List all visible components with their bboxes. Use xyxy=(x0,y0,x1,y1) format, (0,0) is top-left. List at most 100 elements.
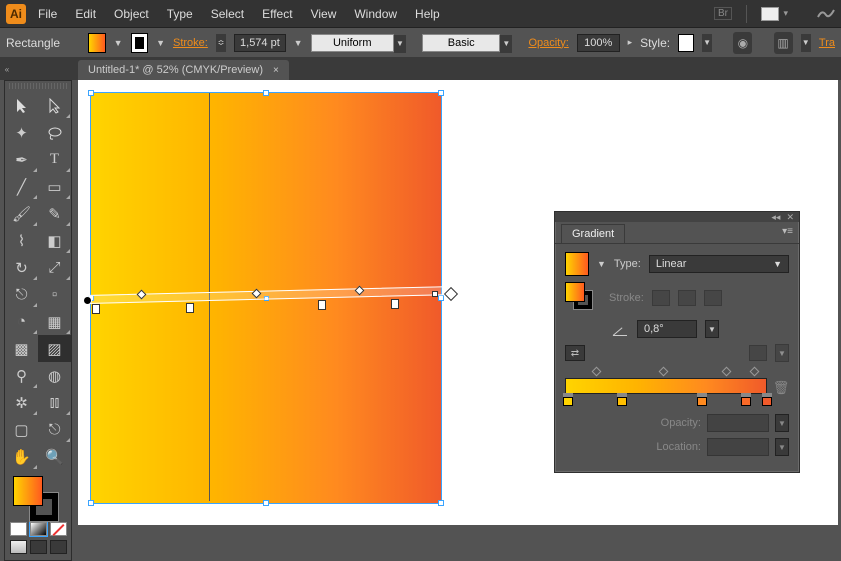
ramp-color-stop[interactable] xyxy=(762,393,772,406)
gradient-stop[interactable] xyxy=(92,304,100,314)
bridge-button[interactable]: Br xyxy=(714,7,732,20)
lasso-tool[interactable] xyxy=(38,119,71,146)
gradient-origin-handle[interactable] xyxy=(83,296,92,305)
selection-tool[interactable] xyxy=(5,92,38,119)
reverse-gradient-button[interactable]: ⇄ xyxy=(565,345,585,361)
draw-behind-mode[interactable] xyxy=(30,540,47,554)
menu-help[interactable]: Help xyxy=(415,7,440,21)
symbol-sprayer-tool[interactable]: ✲ xyxy=(5,389,38,416)
ramp-midpoint[interactable] xyxy=(750,367,760,377)
graphic-style-swatch[interactable] xyxy=(678,34,694,52)
menu-type[interactable]: Type xyxy=(167,7,193,21)
transform-link[interactable]: Tra xyxy=(819,37,835,49)
panel-menu-icon[interactable]: ▾≡ xyxy=(782,226,793,237)
perspective-grid-tool[interactable]: ▦ xyxy=(38,308,71,335)
variable-width-profile[interactable]: Uniform▼ xyxy=(311,34,394,52)
menu-object[interactable]: Object xyxy=(114,7,149,21)
mesh-tool[interactable]: ▩ xyxy=(5,335,38,362)
right-dock-grip[interactable] xyxy=(835,58,841,80)
ramp-midpoint[interactable] xyxy=(722,367,732,377)
gradient-angle-dropdown-icon[interactable]: ▼ xyxy=(705,320,719,338)
color-mode-none[interactable] xyxy=(50,522,67,536)
magic-wand-tool[interactable]: ✦ xyxy=(5,119,38,146)
opacity-link[interactable]: Opacity: xyxy=(528,37,568,49)
blob-brush-tool[interactable]: ⌇ xyxy=(5,227,38,254)
resize-handle[interactable] xyxy=(438,90,444,96)
zoom-tool[interactable]: 🔍 xyxy=(38,443,71,470)
ramp-color-stop[interactable] xyxy=(617,393,627,406)
brush-definition[interactable]: Basic▼ xyxy=(422,34,500,52)
gradient-type-select[interactable]: Linear▼ xyxy=(649,255,789,273)
align-button[interactable]: ▥ xyxy=(774,32,793,54)
hand-tool[interactable]: ✋ xyxy=(5,443,38,470)
ramp-midpoint[interactable] xyxy=(592,367,602,377)
menu-edit[interactable]: Edit xyxy=(75,7,96,21)
shape-builder-tool[interactable]: ◔ xyxy=(5,308,38,335)
column-graph-tool[interactable]: ⫾⫾ xyxy=(38,389,71,416)
gradient-stop[interactable] xyxy=(391,299,399,309)
fill-stroke-indicator[interactable] xyxy=(5,474,71,520)
type-tool[interactable]: T xyxy=(38,146,71,173)
opacity-dropdown-icon[interactable]: ▸ xyxy=(628,37,633,48)
free-transform-tool[interactable]: ▫ xyxy=(38,281,71,308)
document-tab[interactable]: Untitled-1* @ 52% (CMYK/Preview) × xyxy=(78,60,289,80)
align-dropdown-icon[interactable]: ▼ xyxy=(801,34,811,52)
graphic-style-dropdown-icon[interactable]: ▼ xyxy=(702,34,712,52)
gradient-stop[interactable] xyxy=(318,300,326,310)
gradient-ramp-bar[interactable] xyxy=(565,378,767,394)
width-tool[interactable]: ⎋ xyxy=(5,281,38,308)
stroke-swatch[interactable] xyxy=(131,33,149,53)
paintbrush-tool[interactable]: 🖌 xyxy=(5,200,38,227)
gradient-ramp[interactable]: 🗑 xyxy=(565,368,789,414)
stroke-weight-stepper[interactable]: ≎ xyxy=(216,34,226,52)
resize-handle[interactable] xyxy=(263,90,269,96)
panel-collapse-icon[interactable]: ◂◂ xyxy=(771,212,780,223)
pen-tool[interactable]: ✒ xyxy=(5,146,38,173)
tools-panel-grip[interactable] xyxy=(9,83,67,89)
gradient-angle-field[interactable]: 0,8° xyxy=(637,320,697,338)
gradient-tool[interactable]: ▨ xyxy=(38,335,71,362)
direct-selection-tool[interactable] xyxy=(38,92,71,119)
menu-effect[interactable]: Effect xyxy=(262,7,292,21)
gpu-preview-icon[interactable] xyxy=(817,5,835,23)
stroke-dropdown-icon[interactable]: ▼ xyxy=(156,38,165,48)
stroke-weight-dropdown-icon[interactable]: ▼ xyxy=(294,38,303,48)
gradient-endpoint-stop[interactable] xyxy=(432,291,438,297)
rectangle-tool[interactable]: ▭ xyxy=(38,173,71,200)
recolor-artwork-button[interactable]: ◉ xyxy=(733,32,752,54)
resize-handle[interactable] xyxy=(88,90,94,96)
gradient-preset-dropdown-icon[interactable]: ▼ xyxy=(597,259,606,269)
color-mode-solid[interactable] xyxy=(10,522,27,536)
pencil-tool[interactable]: ✎ xyxy=(38,200,71,227)
resize-handle[interactable] xyxy=(88,500,94,506)
color-mode-gradient[interactable] xyxy=(30,522,47,536)
arrange-documents-button[interactable] xyxy=(761,7,779,21)
stroke-link[interactable]: Stroke: xyxy=(173,37,208,49)
rotate-tool[interactable]: ↻ xyxy=(5,254,38,281)
gradient-panel-tab[interactable]: Gradient xyxy=(561,224,625,243)
panel-close-icon[interactable]: ✕ xyxy=(786,212,794,223)
gradient-stop[interactable] xyxy=(186,303,194,313)
line-segment-tool[interactable]: ╱ xyxy=(5,173,38,200)
menu-window[interactable]: Window xyxy=(354,7,397,21)
blend-tool[interactable]: ◍ xyxy=(38,362,71,389)
delete-stop-icon[interactable]: 🗑 xyxy=(773,380,789,396)
fill-dropdown-icon[interactable]: ▼ xyxy=(114,38,123,48)
tab-close-icon[interactable]: × xyxy=(273,65,279,76)
draw-inside-mode[interactable] xyxy=(50,540,67,554)
resize-handle[interactable] xyxy=(438,295,444,301)
opacity-field[interactable]: 100% xyxy=(577,34,620,52)
resize-handle[interactable] xyxy=(263,500,269,506)
slice-tool[interactable]: ⎋ xyxy=(38,416,71,443)
fill-swatch[interactable] xyxy=(88,33,106,53)
ramp-color-stop[interactable] xyxy=(697,393,707,406)
panel-fill-stroke-indicator[interactable] xyxy=(565,282,597,314)
menu-select[interactable]: Select xyxy=(211,7,244,21)
ramp-color-stop[interactable] xyxy=(563,393,573,406)
toolbar-expander[interactable]: « xyxy=(0,58,14,80)
ramp-midpoint[interactable] xyxy=(659,367,669,377)
draw-normal-mode[interactable] xyxy=(10,540,27,554)
menu-file[interactable]: File xyxy=(38,7,57,21)
gradient-fill-preview[interactable] xyxy=(565,252,589,276)
eraser-tool[interactable]: ◧ xyxy=(38,227,71,254)
